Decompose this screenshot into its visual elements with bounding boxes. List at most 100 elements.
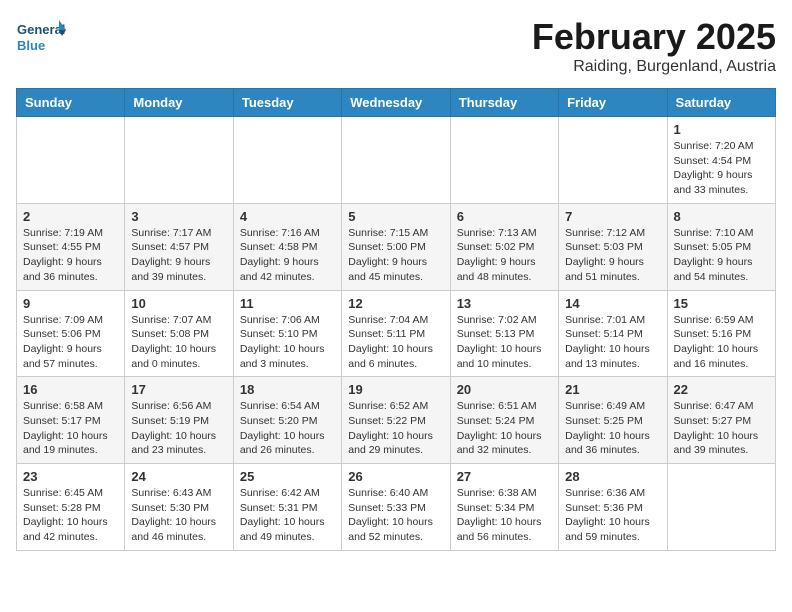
calendar-cell: 18 Sunrise: 6:54 AM Sunset: 5:20 PM Dayli… bbox=[233, 377, 341, 464]
calendar-cell: 5 Sunrise: 7:15 AM Sunset: 5:00 PM Daylig… bbox=[342, 203, 450, 290]
day-info: Sunrise: 7:04 AM Sunset: 5:11 PM Dayligh… bbox=[348, 313, 443, 372]
calendar-cell: 4 Sunrise: 7:16 AM Sunset: 4:58 PM Daylig… bbox=[233, 203, 341, 290]
day-info: Sunrise: 6:51 AM Sunset: 5:24 PM Dayligh… bbox=[457, 399, 552, 458]
calendar-cell: 1Sunrise: 7:20 AM Sunset: 4:54 PM Daylig… bbox=[667, 117, 775, 204]
calendar-cell bbox=[667, 464, 775, 551]
day-number: 5 bbox=[348, 209, 443, 224]
calendar-cell: 11Sunrise: 7:06 AM Sunset: 5:10 PM Dayli… bbox=[233, 290, 341, 377]
calendar-cell: 8 Sunrise: 7:10 AM Sunset: 5:05 PM Daylig… bbox=[667, 203, 775, 290]
day-info: Sunrise: 6:45 AM Sunset: 5:28 PM Dayligh… bbox=[23, 486, 118, 545]
day-number: 14 bbox=[565, 296, 660, 311]
calendar-cell: 13 Sunrise: 7:02 AM Sunset: 5:13 PM Dayli… bbox=[450, 290, 558, 377]
calendar-cell: 3Sunrise: 7:17 AM Sunset: 4:57 PM Daylig… bbox=[125, 203, 233, 290]
weekday-header: Tuesday bbox=[233, 89, 341, 117]
calendar-cell: 23 Sunrise: 6:45 AM Sunset: 5:28 PM Dayli… bbox=[17, 464, 125, 551]
day-number: 9 bbox=[23, 296, 118, 311]
calendar-cell: 27 Sunrise: 6:38 AM Sunset: 5:34 PM Dayli… bbox=[450, 464, 558, 551]
day-info: Sunrise: 7:06 AM Sunset: 5:10 PM Dayligh… bbox=[240, 313, 335, 372]
calendar-week-row: 23 Sunrise: 6:45 AM Sunset: 5:28 PM Dayli… bbox=[17, 464, 776, 551]
logo-svg: General Blue bbox=[16, 16, 66, 60]
day-info: Sunrise: 7:13 AM Sunset: 5:02 PM Dayligh… bbox=[457, 226, 552, 285]
day-number: 25 bbox=[240, 469, 335, 484]
day-number: 15 bbox=[674, 296, 769, 311]
day-info: Sunrise: 6:42 AM Sunset: 5:31 PM Dayligh… bbox=[240, 486, 335, 545]
day-info: Sunrise: 6:40 AM Sunset: 5:33 PM Dayligh… bbox=[348, 486, 443, 545]
calendar-cell: 6Sunrise: 7:13 AM Sunset: 5:02 PM Daylig… bbox=[450, 203, 558, 290]
calendar-week-row: 1Sunrise: 7:20 AM Sunset: 4:54 PM Daylig… bbox=[17, 117, 776, 204]
day-info: Sunrise: 7:01 AM Sunset: 5:14 PM Dayligh… bbox=[565, 313, 660, 372]
location: Raiding, Burgenland, Austria bbox=[532, 58, 776, 76]
day-info: Sunrise: 7:16 AM Sunset: 4:58 PM Dayligh… bbox=[240, 226, 335, 285]
day-number: 16 bbox=[23, 382, 118, 397]
page-header: General Blue February 2025 Raiding, Burg… bbox=[16, 16, 776, 76]
calendar-week-row: 9 Sunrise: 7:09 AM Sunset: 5:06 PM Daylig… bbox=[17, 290, 776, 377]
calendar-cell: 9 Sunrise: 7:09 AM Sunset: 5:06 PM Daylig… bbox=[17, 290, 125, 377]
day-number: 10 bbox=[131, 296, 226, 311]
day-info: Sunrise: 6:47 AM Sunset: 5:27 PM Dayligh… bbox=[674, 399, 769, 458]
svg-text:Blue: Blue bbox=[17, 38, 45, 53]
calendar-cell: 25 Sunrise: 6:42 AM Sunset: 5:31 PM Dayli… bbox=[233, 464, 341, 551]
day-number: 20 bbox=[457, 382, 552, 397]
day-info: Sunrise: 6:52 AM Sunset: 5:22 PM Dayligh… bbox=[348, 399, 443, 458]
day-number: 4 bbox=[240, 209, 335, 224]
calendar-cell bbox=[233, 117, 341, 204]
svg-text:General: General bbox=[17, 22, 65, 37]
calendar-cell: 21Sunrise: 6:49 AM Sunset: 5:25 PM Dayli… bbox=[559, 377, 667, 464]
weekday-header: Monday bbox=[125, 89, 233, 117]
day-info: Sunrise: 6:38 AM Sunset: 5:34 PM Dayligh… bbox=[457, 486, 552, 545]
day-number: 2 bbox=[23, 209, 118, 224]
day-info: Sunrise: 7:02 AM Sunset: 5:13 PM Dayligh… bbox=[457, 313, 552, 372]
calendar-cell: 24 Sunrise: 6:43 AM Sunset: 5:30 PM Dayli… bbox=[125, 464, 233, 551]
day-number: 24 bbox=[131, 469, 226, 484]
day-number: 8 bbox=[674, 209, 769, 224]
day-info: Sunrise: 6:59 AM Sunset: 5:16 PM Dayligh… bbox=[674, 313, 769, 372]
calendar-cell: 26Sunrise: 6:40 AM Sunset: 5:33 PM Dayli… bbox=[342, 464, 450, 551]
day-number: 22 bbox=[674, 382, 769, 397]
day-info: Sunrise: 7:19 AM Sunset: 4:55 PM Dayligh… bbox=[23, 226, 118, 285]
day-info: Sunrise: 6:54 AM Sunset: 5:20 PM Dayligh… bbox=[240, 399, 335, 458]
calendar-cell: 14 Sunrise: 7:01 AM Sunset: 5:14 PM Dayli… bbox=[559, 290, 667, 377]
calendar-cell: 28 Sunrise: 6:36 AM Sunset: 5:36 PM Dayli… bbox=[559, 464, 667, 551]
calendar-cell: 12 Sunrise: 7:04 AM Sunset: 5:11 PM Dayli… bbox=[342, 290, 450, 377]
calendar-cell: 19 Sunrise: 6:52 AM Sunset: 5:22 PM Dayli… bbox=[342, 377, 450, 464]
calendar-cell: 22 Sunrise: 6:47 AM Sunset: 5:27 PM Dayli… bbox=[667, 377, 775, 464]
day-info: Sunrise: 7:09 AM Sunset: 5:06 PM Dayligh… bbox=[23, 313, 118, 372]
day-info: Sunrise: 6:36 AM Sunset: 5:36 PM Dayligh… bbox=[565, 486, 660, 545]
day-info: Sunrise: 7:10 AM Sunset: 5:05 PM Dayligh… bbox=[674, 226, 769, 285]
day-number: 17 bbox=[131, 382, 226, 397]
day-info: Sunrise: 6:58 AM Sunset: 5:17 PM Dayligh… bbox=[23, 399, 118, 458]
day-info: Sunrise: 7:20 AM Sunset: 4:54 PM Dayligh… bbox=[674, 139, 769, 198]
day-info: Sunrise: 7:12 AM Sunset: 5:03 PM Dayligh… bbox=[565, 226, 660, 285]
calendar-cell: 10Sunrise: 7:07 AM Sunset: 5:08 PM Dayli… bbox=[125, 290, 233, 377]
calendar-cell: 15 Sunrise: 6:59 AM Sunset: 5:16 PM Dayli… bbox=[667, 290, 775, 377]
weekday-header: Sunday bbox=[17, 89, 125, 117]
calendar-cell: 7 Sunrise: 7:12 AM Sunset: 5:03 PM Daylig… bbox=[559, 203, 667, 290]
day-number: 13 bbox=[457, 296, 552, 311]
calendar-cell bbox=[125, 117, 233, 204]
day-info: Sunrise: 7:17 AM Sunset: 4:57 PM Dayligh… bbox=[131, 226, 226, 285]
day-number: 28 bbox=[565, 469, 660, 484]
calendar-cell bbox=[450, 117, 558, 204]
day-info: Sunrise: 6:49 AM Sunset: 5:25 PM Dayligh… bbox=[565, 399, 660, 458]
day-info: Sunrise: 6:43 AM Sunset: 5:30 PM Dayligh… bbox=[131, 486, 226, 545]
day-number: 12 bbox=[348, 296, 443, 311]
day-number: 18 bbox=[240, 382, 335, 397]
calendar-cell: 16 Sunrise: 6:58 AM Sunset: 5:17 PM Dayli… bbox=[17, 377, 125, 464]
weekday-header: Saturday bbox=[667, 89, 775, 117]
month-title: February 2025 bbox=[532, 16, 776, 58]
calendar-table: SundayMondayTuesdayWednesdayThursdayFrid… bbox=[16, 88, 776, 551]
day-number: 23 bbox=[23, 469, 118, 484]
calendar-cell bbox=[559, 117, 667, 204]
day-number: 27 bbox=[457, 469, 552, 484]
weekday-header: Friday bbox=[559, 89, 667, 117]
day-number: 7 bbox=[565, 209, 660, 224]
title-block: February 2025 Raiding, Burgenland, Austr… bbox=[532, 16, 776, 76]
calendar-week-row: 2 Sunrise: 7:19 AM Sunset: 4:55 PM Daylig… bbox=[17, 203, 776, 290]
weekday-header: Thursday bbox=[450, 89, 558, 117]
calendar-cell: 17 Sunrise: 6:56 AM Sunset: 5:19 PM Dayli… bbox=[125, 377, 233, 464]
day-info: Sunrise: 6:56 AM Sunset: 5:19 PM Dayligh… bbox=[131, 399, 226, 458]
day-number: 19 bbox=[348, 382, 443, 397]
calendar-cell bbox=[342, 117, 450, 204]
day-info: Sunrise: 7:15 AM Sunset: 5:00 PM Dayligh… bbox=[348, 226, 443, 285]
calendar-week-row: 16 Sunrise: 6:58 AM Sunset: 5:17 PM Dayli… bbox=[17, 377, 776, 464]
